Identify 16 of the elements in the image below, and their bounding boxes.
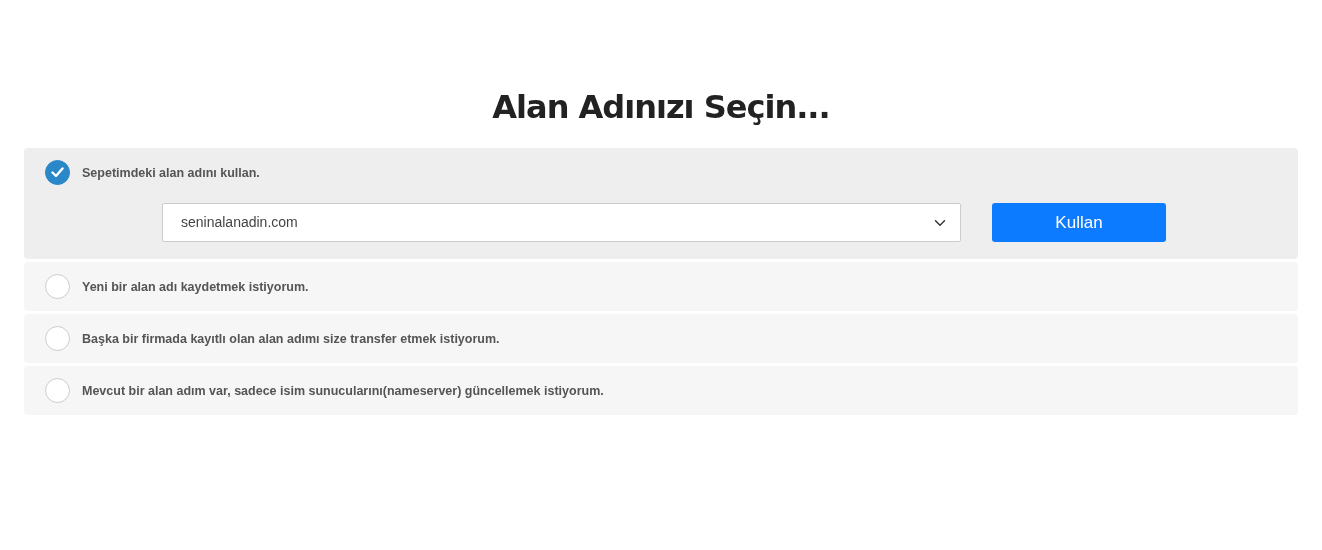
option-panel[interactable]: Sepetimdeki alan adını kullan. seninalanadin.com Kullan (24, 148, 1298, 260)
radio-button[interactable] (45, 274, 70, 300)
option-label: Yeni bir alan adı kaydetmek istiyorum. (82, 278, 309, 296)
option-label: Mevcut bir alan adım var, sadece isim sunucularını(nameserver) güncellemek istiyorum. (82, 382, 604, 400)
use-button[interactable]: Kullan (992, 203, 1166, 243)
option-label: Başka bir firmada kayıtlı olan alan adımı size transfer etmek istiyorum. (82, 330, 500, 348)
check-icon (51, 167, 64, 179)
radio-button[interactable] (45, 378, 70, 404)
radio-button[interactable] (45, 160, 70, 186)
page-title: Alan Adınızı Seçin... (491, 88, 831, 127)
option-label: Sepetimdeki alan adını kullan. (82, 164, 260, 182)
radio-button[interactable] (45, 326, 70, 352)
option-panel[interactable]: Başka bir firmada kayıtlı olan alan adımı size transfer etmek istiyorum. (24, 314, 1298, 364)
domain-select[interactable]: seninalanadin.com (162, 203, 961, 243)
option-panel[interactable]: Yeni bir alan adı kaydetmek istiyorum. (24, 262, 1298, 312)
option-panel[interactable]: Mevcut bir alan adım var, sadece isim sunucularını(nameserver) güncellemek istiyorum. (24, 366, 1298, 416)
